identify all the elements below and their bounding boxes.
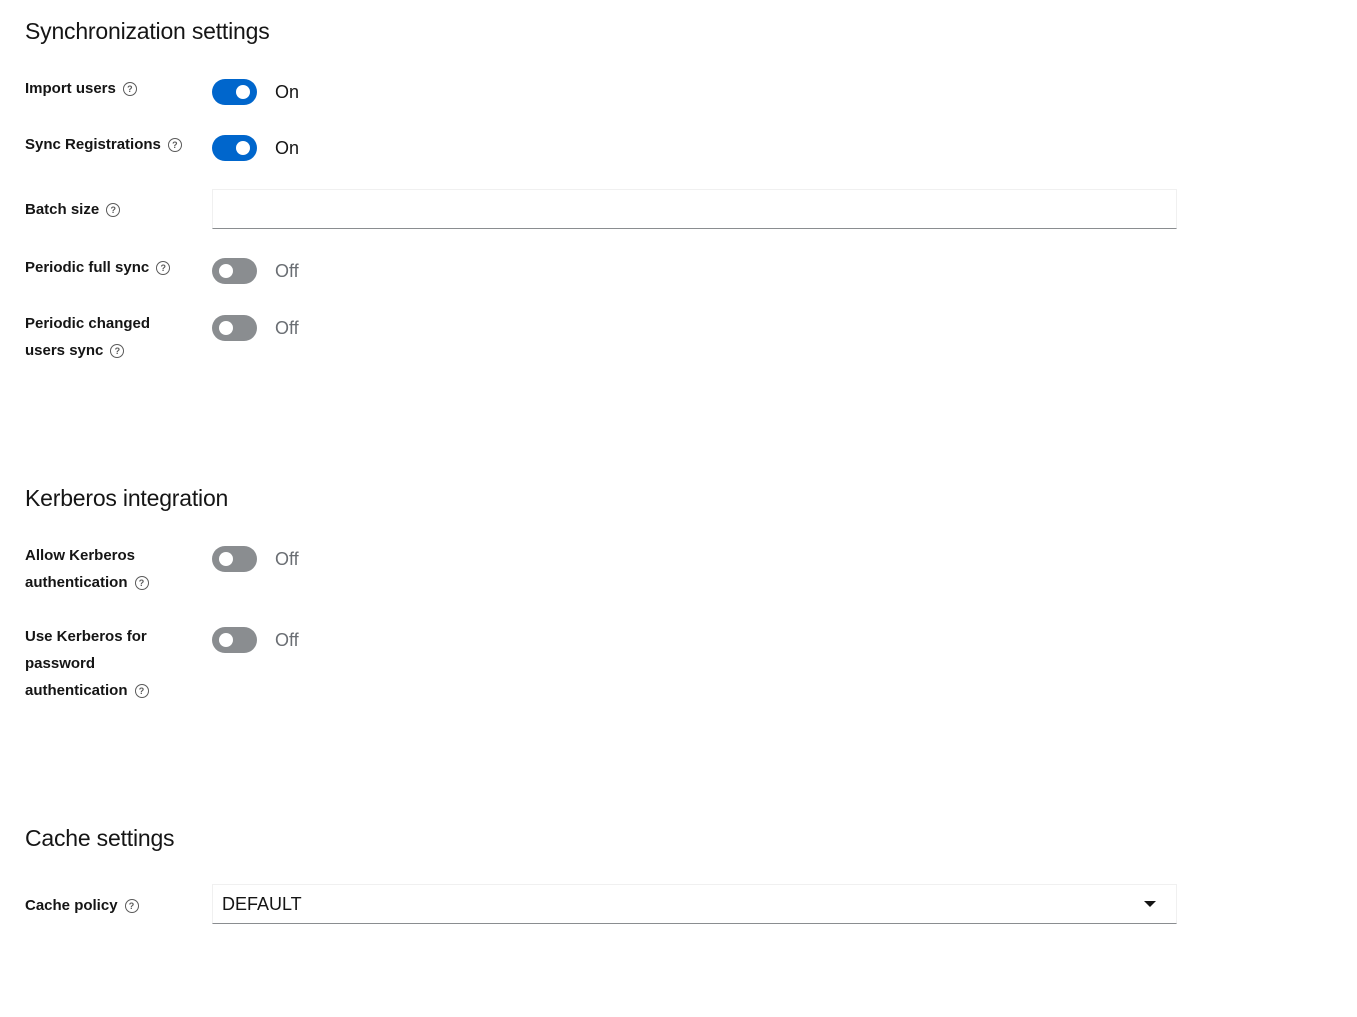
sync-registrations-switch-track <box>212 135 257 161</box>
switch-knob <box>236 141 250 155</box>
allow-kerberos-label-line2: authentication <box>25 574 128 591</box>
section-title-kerberos: Kerberos integration <box>25 485 229 511</box>
help-icon[interactable]: ? <box>106 203 121 217</box>
periodic-full-sync-label: Periodic full sync? <box>25 254 200 281</box>
help-icon[interactable]: ? <box>110 344 125 358</box>
import-users-label: Import users? <box>25 75 200 102</box>
periodic-full-sync-switch-state: Off <box>275 260 299 281</box>
help-icon[interactable]: ? <box>134 684 149 698</box>
use-kerberos-password-auth-switch[interactable]: Off <box>212 627 299 653</box>
import-users-switch-state: On <box>275 81 300 102</box>
switch-knob <box>219 264 233 278</box>
switch-knob <box>219 633 233 647</box>
periodic-full-sync-switch-track <box>212 258 257 284</box>
allow-kerberos-label-line1: Allow Kerberos <box>25 547 136 564</box>
help-icon[interactable]: ? <box>124 899 139 913</box>
switch-knob <box>236 85 250 99</box>
sync-registrations-label-text: Sync Registrations <box>25 136 161 153</box>
allow-kerberos-auth-label: Allow Kerberos authentication? <box>25 542 200 596</box>
help-icon[interactable]: ? <box>134 576 149 590</box>
section-title-synchronization: Synchronization settings <box>25 18 270 44</box>
cache-policy-label-text: Cache policy <box>25 897 118 914</box>
sync-registrations-label: Sync Registrations? <box>25 131 200 158</box>
allow-kerberos-switch-track <box>212 546 257 572</box>
switch-knob <box>219 321 233 335</box>
use-kerberos-switch-state: Off <box>275 629 299 650</box>
help-icon[interactable]: ? <box>156 261 171 275</box>
caret-down-icon <box>1144 901 1156 907</box>
batch-size-label: Batch size? <box>25 196 200 223</box>
help-icon[interactable]: ? <box>167 138 182 152</box>
sync-registrations-switch[interactable]: On <box>212 135 299 161</box>
use-kerberos-switch-track <box>212 627 257 653</box>
cache-policy-select[interactable]: DEFAULT <box>212 884 1177 924</box>
periodic-changed-switch-track <box>212 315 257 341</box>
use-kerberos-password-auth-label: Use Kerberos for password authentication… <box>25 623 200 704</box>
cache-policy-value: DEFAULT <box>222 893 302 914</box>
periodic-changed-users-sync-switch[interactable]: Off <box>212 315 299 341</box>
periodic-changed-label-line2: users sync <box>25 342 104 359</box>
import-users-switch[interactable]: On <box>212 79 299 105</box>
cache-policy-label: Cache policy? <box>25 892 200 919</box>
import-users-switch-track <box>212 79 257 105</box>
section-title-cache: Cache settings <box>25 825 175 851</box>
periodic-changed-label-line1: Periodic changed <box>25 315 151 332</box>
batch-size-input[interactable] <box>212 189 1177 229</box>
batch-size-label-text: Batch size <box>25 201 100 218</box>
import-users-label-text: Import users <box>25 80 116 97</box>
help-icon[interactable]: ? <box>122 82 137 96</box>
sync-registrations-switch-state: On <box>275 137 300 158</box>
use-kerberos-label-line2: password <box>25 655 96 672</box>
allow-kerberos-switch-state: Off <box>275 548 299 569</box>
periodic-full-sync-switch[interactable]: Off <box>212 258 299 284</box>
switch-knob <box>219 552 233 566</box>
periodic-full-sync-label-text: Periodic full sync <box>25 259 150 276</box>
periodic-changed-switch-state: Off <box>275 317 299 338</box>
use-kerberos-label-line1: Use Kerberos for <box>25 628 147 645</box>
allow-kerberos-auth-switch[interactable]: Off <box>212 546 299 572</box>
periodic-changed-users-sync-label: Periodic changed users sync? <box>25 310 200 364</box>
use-kerberos-label-line3: authentication <box>25 682 128 699</box>
